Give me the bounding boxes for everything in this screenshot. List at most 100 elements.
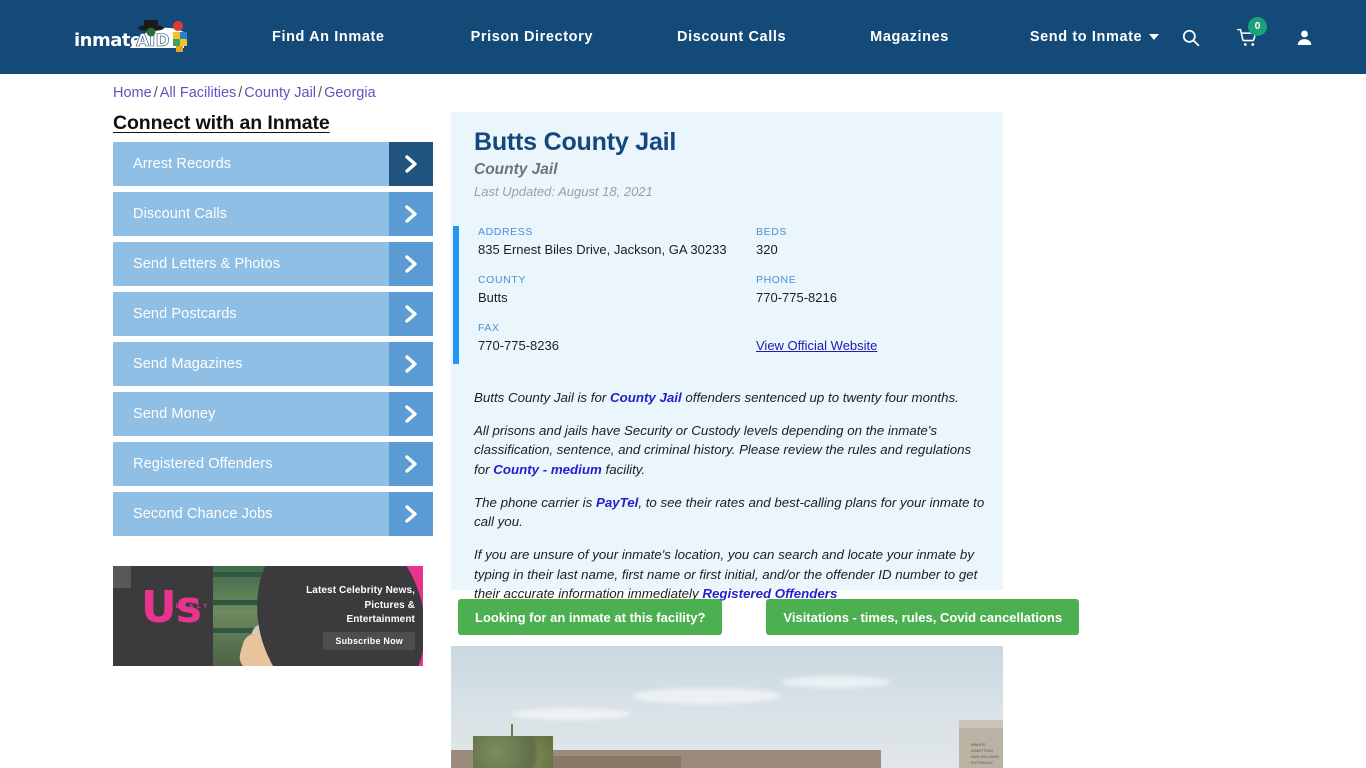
detail-label: PHONE <box>756 274 797 286</box>
detail-value: 770-775-8236 <box>478 338 559 353</box>
breadcrumb-item-home[interactable]: Home <box>113 85 152 101</box>
detail-value: Butts <box>478 290 508 305</box>
ad-corner-mark <box>113 566 131 588</box>
detail-beds: BEDS 320 <box>756 226 988 257</box>
detail-value: 320 <box>756 242 778 257</box>
sidebar-item-label: Send Magazines <box>133 356 243 372</box>
paytel-link[interactable]: PayTel <box>596 495 638 510</box>
p1-text-b: offenders sentenced up to twenty four mo… <box>681 390 959 405</box>
sidebar-menu: Arrest Records Discount Calls Send Lette… <box>113 142 433 542</box>
looking-for-inmate-button[interactable]: Looking for an inmate at this facility? <box>458 599 723 635</box>
sidebar-item-label: Arrest Records <box>133 156 232 172</box>
paragraph-3: The phone carrier is PayTel, to see thei… <box>474 493 986 532</box>
chevron-right-icon <box>389 492 433 536</box>
sidebar-item-send-letters-photos[interactable]: Send Letters & Photos <box>113 242 433 286</box>
nav-magazines[interactable]: Magazines <box>853 29 966 45</box>
detail-value: 770-775-8216 <box>756 290 837 305</box>
sidebar-item-send-magazines[interactable]: Send Magazines <box>113 342 433 386</box>
chevron-right-icon <box>389 392 433 436</box>
detail-value: 835 Ernest Biles Drive, Jackson, GA 3023… <box>478 242 727 257</box>
ad-brand-sub: WEEKLY <box>167 604 211 611</box>
chevron-right-icon <box>389 442 433 486</box>
sidebar-item-send-money[interactable]: Send Money <box>113 392 433 436</box>
breadcrumb-item-all-facilities[interactable]: All Facilities <box>160 85 237 101</box>
facility-photo: INMATE ADMITTING AND RELEASE ENTRANCE <box>451 646 1003 768</box>
facility-details-block: ADDRESS 835 Ernest Biles Drive, Jackson,… <box>453 226 1001 364</box>
nav-send-to-inmate-label: Send to Inmate <box>1029 29 1143 45</box>
facility-details-grid: ADDRESS 835 Ernest Biles Drive, Jackson,… <box>478 226 988 370</box>
ad-subscribe-button[interactable]: Subscribe Now <box>323 632 415 650</box>
sidebar-item-discount-calls[interactable]: Discount Calls <box>113 192 433 236</box>
cart-count-badge: 0 <box>1248 16 1267 36</box>
paragraph-2: All prisons and jails have Security or C… <box>474 421 986 480</box>
county-jail-link[interactable]: County Jail <box>610 390 682 405</box>
breadcrumb-separator: / <box>318 85 323 101</box>
chevron-right-icon <box>389 342 433 386</box>
breadcrumb-item-county-jail[interactable]: County Jail <box>244 85 316 101</box>
chevron-right-icon <box>389 192 433 236</box>
detail-label: ADDRESS <box>478 226 533 238</box>
breadcrumb-separator: / <box>153 85 158 101</box>
cloud <box>631 688 781 704</box>
paragraph-4: If you are unsure of your inmate's locat… <box>474 545 986 604</box>
cta-button-row: Looking for an inmate at this facility? … <box>458 599 1080 635</box>
view-official-website-link[interactable]: View Official Website <box>756 338 877 353</box>
breadcrumb-item-georgia[interactable]: Georgia <box>324 85 376 101</box>
paragraph-1: Butts County Jail is for County Jail off… <box>474 388 986 408</box>
facility-type: County Jail <box>474 161 558 178</box>
foliage <box>473 736 553 768</box>
sidebar-item-label: Send Postcards <box>133 306 237 322</box>
sidebar-heading: Connect with an Inmate <box>113 112 330 134</box>
building-signage: INMATE ADMITTING AND RELEASE ENTRANCE <box>971 742 1000 765</box>
chevron-right-icon <box>389 242 433 286</box>
detail-fax: FAX 770-775-8236 <box>478 322 756 353</box>
sidebar-item-second-chance-jobs[interactable]: Second Chance Jobs <box>113 492 433 536</box>
nav-find-an-inmate[interactable]: Find An Inmate <box>255 29 402 45</box>
breadcrumb: Home / All Facilities / County Jail / Georgia <box>113 85 376 101</box>
sidebar-item-label: Send Letters & Photos <box>133 256 281 272</box>
facility-description: Butts County Jail is for County Jail off… <box>474 388 986 617</box>
chevron-right-icon <box>389 142 433 186</box>
ad-headline: Latest Celebrity News, Pictures & Entert… <box>306 585 415 625</box>
search-icon[interactable] <box>1181 28 1200 47</box>
sidebar-item-send-postcards[interactable]: Send Postcards <box>113 292 433 336</box>
main-navigation: Find An Inmate Prison Directory Discount… <box>255 0 1176 74</box>
cloud <box>781 676 891 688</box>
site-logo[interactable]: inmate AID <box>72 17 200 59</box>
p3-text-a: The phone carrier is <box>474 494 596 510</box>
sidebar-item-label: Registered Offenders <box>133 456 273 472</box>
sidebar-item-registered-offenders[interactable]: Registered Offenders <box>113 442 433 486</box>
detail-row: FAX 770-775-8236 View Official Website <box>478 322 988 353</box>
svg-text:inmate: inmate <box>74 30 142 51</box>
visitations-button[interactable]: Visitations - times, rules, Covid cancel… <box>766 599 1080 635</box>
sidebar-item-label: Send Money <box>133 406 216 422</box>
cloud <box>511 708 631 720</box>
advertisement-banner[interactable]: Us WEEKLY Latest Celebrity News, Picture… <box>113 566 423 666</box>
sidebar-item-arrest-records[interactable]: Arrest Records <box>113 142 433 186</box>
nav-discount-calls[interactable]: Discount Calls <box>660 29 803 45</box>
header-icons: 0 <box>1144 0 1314 74</box>
detail-county: COUNTY Butts <box>478 274 756 305</box>
county-medium-link[interactable]: County - medium <box>493 462 602 477</box>
page-title: Butts County Jail <box>474 128 677 156</box>
detail-label: FAX <box>478 322 500 334</box>
ad-brand-logo: Us WEEKLY <box>141 585 211 629</box>
user-account-icon[interactable] <box>1295 28 1314 47</box>
detail-phone: PHONE 770-775-8216 <box>756 274 988 305</box>
nav-prison-directory[interactable]: Prison Directory <box>454 29 610 45</box>
p2-text-b: facility. <box>601 462 646 478</box>
site-header: inmate AID Find An Inmate Prison Directo… <box>0 0 1366 74</box>
detail-address: ADDRESS 835 Ernest Biles Drive, Jackson,… <box>478 226 756 257</box>
p1-text-a: Butts County Jail is for <box>474 390 610 405</box>
detail-row: COUNTY Butts PHONE 770-775-8216 <box>478 274 988 305</box>
sidebar-item-label: Second Chance Jobs <box>133 506 273 522</box>
sidebar-item-label: Discount Calls <box>133 206 228 222</box>
accent-bar <box>453 226 459 364</box>
detail-label: BEDS <box>756 226 787 238</box>
cart-icon[interactable]: 0 <box>1237 16 1267 48</box>
detail-row: ADDRESS 835 Ernest Biles Drive, Jackson,… <box>478 226 988 257</box>
detail-label: COUNTY <box>478 274 526 286</box>
detail-website: View Official Website <box>756 322 988 353</box>
last-updated-text: Last Updated: August 18, 2021 <box>474 184 653 199</box>
facility-info-card: Butts County Jail County Jail Last Updat… <box>451 112 1003 601</box>
